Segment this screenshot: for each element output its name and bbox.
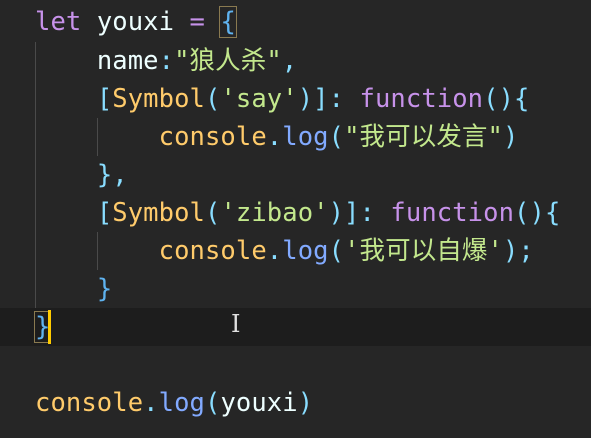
- code-token: "我可以发言": [344, 122, 503, 152]
- code-token: Symbol: [112, 198, 205, 228]
- code-line[interactable]: console.log("我可以发言"): [35, 118, 519, 156]
- code-token: console: [158, 236, 267, 266]
- code-token: "狼人杀": [174, 46, 282, 76]
- code-line[interactable]: },: [35, 156, 128, 194]
- current-line-highlight: [0, 308, 591, 346]
- code-line[interactable]: [Symbol('say')]: function(){: [35, 80, 530, 118]
- code-line[interactable]: console.log('我可以自爆');: [35, 232, 534, 270]
- code-token: log: [282, 236, 329, 266]
- code-token: Symbol: [112, 84, 205, 114]
- code-token: {: [219, 6, 237, 38]
- mouse-ibeam-cursor: I: [231, 310, 241, 338]
- code-token: .: [266, 122, 283, 152]
- code-token: ): [502, 122, 519, 152]
- code-token: },: [96, 160, 128, 190]
- code-token: youxi: [96, 7, 175, 37]
- code-line[interactable]: name:"狼人杀",: [35, 42, 297, 80]
- code-token: )]: [328, 198, 360, 228]
- code-token: function: [390, 198, 515, 228]
- code-token: let: [35, 7, 82, 37]
- code-token: [: [96, 84, 113, 114]
- code-token: :: [158, 46, 175, 76]
- code-token: ,: [281, 46, 298, 76]
- code-token: =: [189, 7, 205, 37]
- code-line[interactable]: let youxi = {: [35, 3, 237, 41]
- code-token: '我可以自爆': [344, 236, 503, 266]
- code-token: (: [204, 198, 221, 228]
- code-token: (){: [514, 198, 561, 228]
- code-token: (: [328, 122, 345, 152]
- code-token: console: [158, 122, 267, 152]
- code-token: :: [328, 84, 345, 114]
- code-token: 'say': [220, 84, 298, 114]
- code-token: log: [282, 122, 329, 152]
- code-editor[interactable]: let youxi = { name:"狼人杀", [Symbol('say')…: [0, 0, 591, 438]
- code-token: name: [96, 46, 159, 76]
- code-token: (: [328, 236, 345, 266]
- code-token: (: [204, 388, 221, 418]
- code-token: (: [204, 84, 221, 114]
- code-token: );: [502, 236, 534, 266]
- code-token: :: [359, 198, 375, 228]
- code-token: (){: [483, 84, 530, 114]
- code-line[interactable]: }: [35, 270, 112, 308]
- code-token: function: [359, 84, 484, 114]
- code-line[interactable]: console.log(youxi): [35, 384, 313, 422]
- text-caret: [48, 310, 51, 344]
- code-token: log: [158, 388, 205, 418]
- code-token: .: [266, 236, 283, 266]
- code-line[interactable]: [Symbol('zibao')]: function(){: [35, 194, 560, 232]
- code-token: [: [96, 198, 113, 228]
- code-token: .: [143, 388, 159, 418]
- code-token: console: [35, 388, 144, 418]
- code-token: }: [96, 274, 113, 304]
- code-token: youxi: [220, 388, 298, 418]
- code-token: ): [297, 388, 314, 418]
- code-token: 'zibao': [220, 198, 329, 228]
- code-token: )]: [297, 84, 329, 114]
